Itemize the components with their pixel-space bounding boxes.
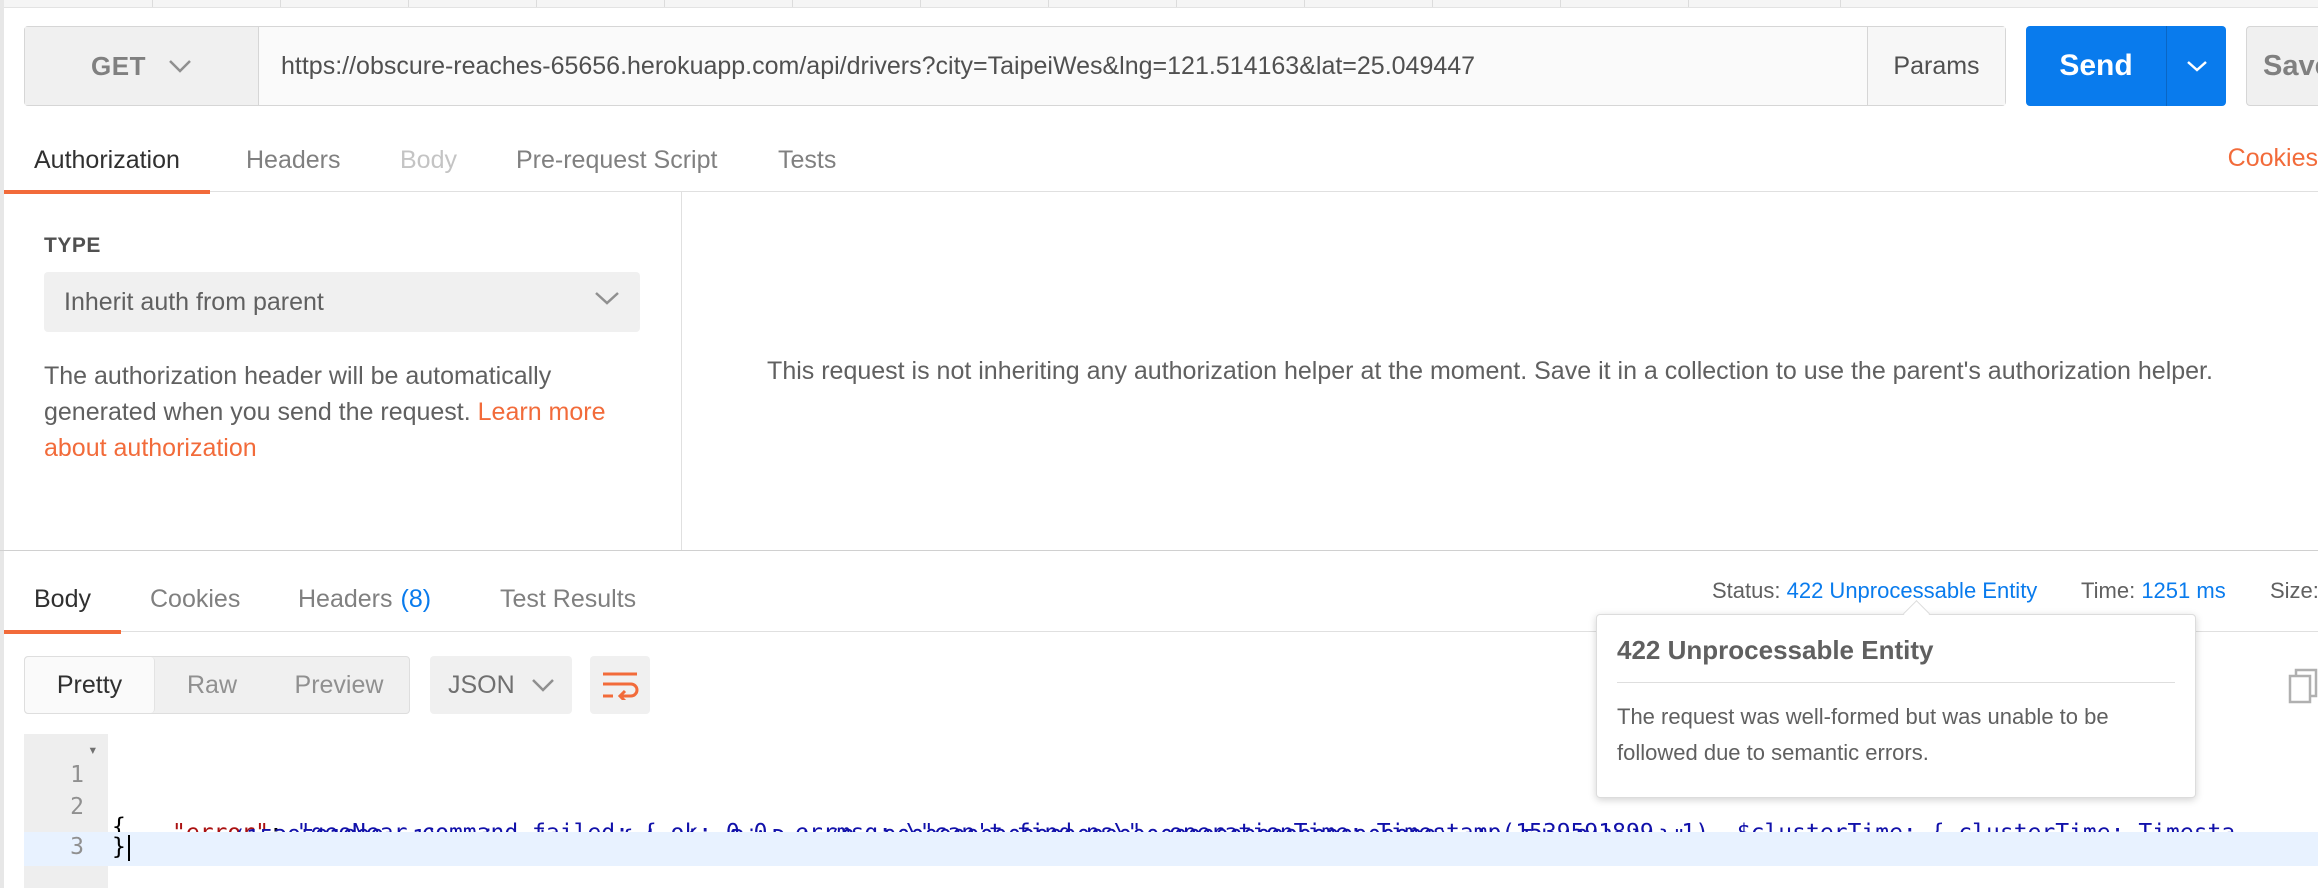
wrap-lines-icon: [603, 672, 639, 700]
tab-response-cookies[interactable]: Cookies: [150, 566, 240, 632]
top-tab-strip: [0, 0, 2318, 8]
size-indicator[interactable]: Size:: [2270, 578, 2318, 604]
auth-config-panel: TYPE Inherit auth from parent The author…: [4, 192, 682, 550]
status-tooltip: 422 Unprocessable Entity The request was…: [1596, 614, 2196, 798]
pretty-button[interactable]: Pretty: [25, 657, 155, 713]
chevron-down-icon: [169, 60, 191, 73]
response-language-select[interactable]: JSON: [430, 656, 572, 714]
chevron-down-icon: [595, 292, 619, 305]
auth-description: The authorization header will be automat…: [44, 358, 644, 466]
send-button[interactable]: Send: [2026, 26, 2166, 106]
url-input[interactable]: [259, 27, 1867, 105]
params-button[interactable]: Params: [1867, 27, 2005, 105]
code-line: 3 }: [24, 832, 2318, 866]
tab-headers[interactable]: Headers: [246, 128, 341, 192]
preview-button[interactable]: Preview: [275, 657, 403, 713]
response-headers-count: (8): [400, 584, 432, 613]
auth-type-select[interactable]: Inherit auth from parent: [44, 272, 640, 332]
closing-brace: }: [112, 834, 126, 860]
copy-icon[interactable]: [2288, 668, 2318, 704]
chevron-down-icon: [2186, 61, 2207, 72]
cookies-link[interactable]: Cookies: [2228, 144, 2318, 173]
chevron-down-icon: [531, 679, 554, 692]
tab-body[interactable]: Body: [400, 128, 457, 192]
language-value: JSON: [448, 670, 515, 699]
time-indicator[interactable]: Time: 1251 ms: [2081, 578, 2226, 604]
tab-response-body[interactable]: Body: [4, 566, 121, 634]
tab-tests[interactable]: Tests: [778, 128, 836, 192]
tooltip-title: 422 Unprocessable Entity: [1617, 635, 2175, 683]
request-url-bar: GET Params: [24, 26, 2006, 106]
time-value: 1251 ms: [2141, 578, 2226, 603]
tab-test-results[interactable]: Test Results: [500, 566, 636, 632]
tab-response-headers[interactable]: Headers (8): [298, 566, 431, 632]
tooltip-body: The request was well-formed but was unab…: [1617, 704, 2109, 765]
request-tabs: Authorization Headers Body Pre-request S…: [4, 128, 2318, 194]
status-value: 422 Unprocessable Entity: [1786, 578, 2038, 603]
tab-pre-request-script[interactable]: Pre-request Script: [516, 128, 717, 192]
format-toggle-group: Pretty Raw Preview: [24, 656, 410, 714]
time-label: Time:: [2081, 578, 2136, 603]
response-headers-label: Headers: [298, 584, 393, 613]
auth-description-text: The authorization header will be automat…: [44, 362, 552, 426]
method-label: GET: [91, 50, 146, 81]
auth-type-value: Inherit auth from parent: [64, 287, 324, 316]
auth-type-label: TYPE: [44, 234, 101, 257]
size-label: Size:: [2270, 578, 2318, 603]
response-divider[interactable]: [0, 550, 2318, 551]
wrap-lines-button[interactable]: [590, 656, 650, 714]
auth-message: This request is not inheriting any autho…: [767, 356, 2213, 385]
fold-arrow-icon[interactable]: ▾: [88, 740, 98, 759]
save-button[interactable]: Save: [2246, 26, 2318, 106]
code-line-wrapped: (1539591899, 1), signature: { hash: BinD…: [24, 800, 2318, 852]
send-options-button[interactable]: [2166, 26, 2226, 106]
tab-authorization[interactable]: Authorization: [4, 128, 210, 194]
raw-button[interactable]: Raw: [163, 657, 261, 713]
code-text: }: [112, 834, 130, 861]
status-label: Status:: [1712, 578, 1781, 603]
status-indicator[interactable]: Status: 422 Unprocessable Entity: [1712, 578, 2037, 604]
text-cursor: [127, 834, 130, 861]
line-number: 3: [70, 834, 84, 860]
method-select[interactable]: GET: [25, 27, 259, 105]
